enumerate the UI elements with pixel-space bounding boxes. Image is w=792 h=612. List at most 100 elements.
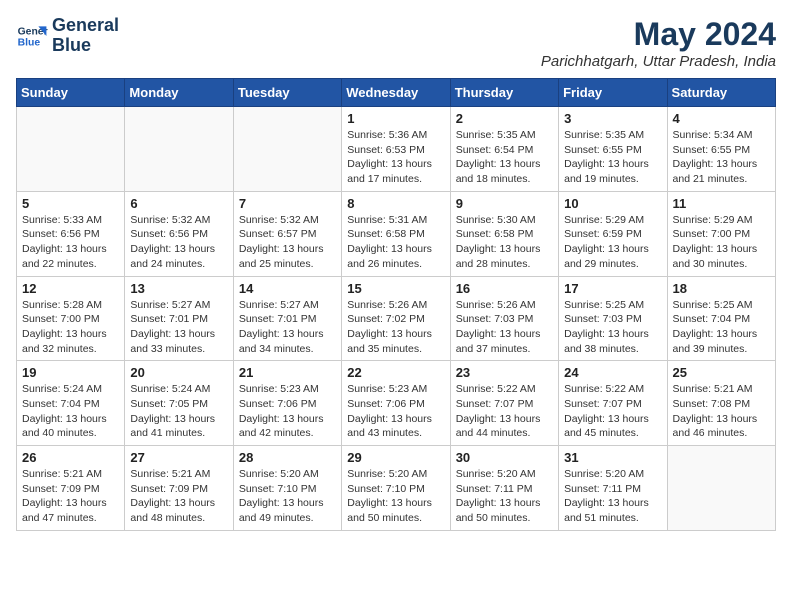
calendar-cell: 15 Sunrise: 5:26 AM Sunset: 7:02 PM Dayli… (342, 276, 450, 361)
calendar-cell: 18Sunrise: 5:25 AM Sunset: 7:04 PM Dayli… (667, 276, 775, 361)
day-number: 30 (456, 450, 553, 465)
day-number: 28 (239, 450, 336, 465)
day-number: 22 (347, 365, 444, 380)
day-info: Sunrise: 5:22 AM Sunset: 7:07 PM Dayligh… (564, 382, 661, 441)
day-info: Sunrise: 5:27 AM Sunset: 7:01 PM Dayligh… (239, 298, 336, 357)
month-title: May 2024 (541, 16, 776, 53)
svg-text:Blue: Blue (18, 37, 41, 48)
day-info: Sunrise: 5:27 AM Sunset: 7:01 PM Dayligh… (130, 298, 227, 357)
day-info: Sunrise: 5:33 AM Sunset: 6:56 PM Dayligh… (22, 213, 119, 272)
calendar-week-row: 1 Sunrise: 5:36 AM Sunset: 6:53 PM Daylig… (17, 107, 776, 192)
day-number: 26 (22, 450, 119, 465)
day-info: Sunrise: 5:29 AM Sunset: 6:59 PM Dayligh… (564, 213, 661, 272)
calendar-cell: 9 Sunrise: 5:30 AM Sunset: 6:58 PM Daylig… (450, 191, 558, 276)
calendar-cell: 7 Sunrise: 5:32 AM Sunset: 6:57 PM Daylig… (233, 191, 341, 276)
day-info: Sunrise: 5:35 AM Sunset: 6:55 PM Dayligh… (564, 128, 661, 187)
calendar-cell: 30Sunrise: 5:20 AM Sunset: 7:11 PM Dayli… (450, 446, 558, 531)
day-number: 17 (564, 281, 661, 296)
calendar-cell: 27 Sunrise: 5:21 AM Sunset: 7:09 PM Dayli… (125, 446, 233, 531)
calendar-cell: 13 Sunrise: 5:27 AM Sunset: 7:01 PM Dayli… (125, 276, 233, 361)
day-number: 1 (347, 111, 444, 126)
calendar-cell: 1 Sunrise: 5:36 AM Sunset: 6:53 PM Daylig… (342, 107, 450, 192)
calendar-header-monday: Monday (125, 79, 233, 107)
day-info: Sunrise: 5:20 AM Sunset: 7:10 PM Dayligh… (347, 467, 444, 526)
calendar-cell (667, 446, 775, 531)
day-number: 12 (22, 281, 119, 296)
calendar-cell (233, 107, 341, 192)
day-info: Sunrise: 5:26 AM Sunset: 7:02 PM Dayligh… (347, 298, 444, 357)
day-number: 21 (239, 365, 336, 380)
day-info: Sunrise: 5:21 AM Sunset: 7:09 PM Dayligh… (22, 467, 119, 526)
day-number: 27 (130, 450, 227, 465)
day-number: 4 (673, 111, 770, 126)
day-number: 10 (564, 196, 661, 211)
calendar-cell: 28 Sunrise: 5:20 AM Sunset: 7:10 PM Dayli… (233, 446, 341, 531)
calendar-cell (125, 107, 233, 192)
day-number: 3 (564, 111, 661, 126)
day-info: Sunrise: 5:24 AM Sunset: 7:04 PM Dayligh… (22, 382, 119, 441)
calendar-cell: 24 Sunrise: 5:22 AM Sunset: 7:07 PM Dayli… (559, 361, 667, 446)
calendar-cell: 16 Sunrise: 5:26 AM Sunset: 7:03 PM Dayli… (450, 276, 558, 361)
calendar-header-saturday: Saturday (667, 79, 775, 107)
day-info: Sunrise: 5:26 AM Sunset: 7:03 PM Dayligh… (456, 298, 553, 357)
location-title: Parichhatgarh, Uttar Pradesh, India (541, 53, 776, 70)
calendar-cell: 17 Sunrise: 5:25 AM Sunset: 7:03 PM Dayli… (559, 276, 667, 361)
calendar-cell: 25 Sunrise: 5:21 AM Sunset: 7:08 PM Dayli… (667, 361, 775, 446)
calendar-header-friday: Friday (559, 79, 667, 107)
day-number: 24 (564, 365, 661, 380)
calendar-cell: 5 Sunrise: 5:33 AM Sunset: 6:56 PM Daylig… (17, 191, 125, 276)
calendar-cell: 12 Sunrise: 5:28 AM Sunset: 7:00 PM Dayli… (17, 276, 125, 361)
day-info: Sunrise: 5:28 AM Sunset: 7:00 PM Dayligh… (22, 298, 119, 357)
calendar-week-row: 26 Sunrise: 5:21 AM Sunset: 7:09 PM Dayli… (17, 446, 776, 531)
calendar-cell: 11Sunrise: 5:29 AM Sunset: 7:00 PM Dayli… (667, 191, 775, 276)
day-info: Sunrise: 5:23 AM Sunset: 7:06 PM Dayligh… (239, 382, 336, 441)
calendar-header-tuesday: Tuesday (233, 79, 341, 107)
day-number: 25 (673, 365, 770, 380)
calendar-cell: 3 Sunrise: 5:35 AM Sunset: 6:55 PM Daylig… (559, 107, 667, 192)
logo: General Blue General Blue (16, 16, 119, 56)
day-info: Sunrise: 5:24 AM Sunset: 7:05 PM Dayligh… (130, 382, 227, 441)
day-number: 13 (130, 281, 227, 296)
day-number: 6 (130, 196, 227, 211)
day-number: 15 (347, 281, 444, 296)
day-info: Sunrise: 5:25 AM Sunset: 7:03 PM Dayligh… (564, 298, 661, 357)
day-number: 14 (239, 281, 336, 296)
day-info: Sunrise: 5:20 AM Sunset: 7:11 PM Dayligh… (564, 467, 661, 526)
calendar-cell: 20Sunrise: 5:24 AM Sunset: 7:05 PM Dayli… (125, 361, 233, 446)
day-info: Sunrise: 5:22 AM Sunset: 7:07 PM Dayligh… (456, 382, 553, 441)
calendar-cell: 23Sunrise: 5:22 AM Sunset: 7:07 PM Dayli… (450, 361, 558, 446)
day-info: Sunrise: 5:21 AM Sunset: 7:09 PM Dayligh… (130, 467, 227, 526)
calendar-header-sunday: Sunday (17, 79, 125, 107)
day-number: 7 (239, 196, 336, 211)
day-number: 16 (456, 281, 553, 296)
calendar-cell: 10 Sunrise: 5:29 AM Sunset: 6:59 PM Dayli… (559, 191, 667, 276)
calendar-cell: 29 Sunrise: 5:20 AM Sunset: 7:10 PM Dayli… (342, 446, 450, 531)
title-block: May 2024 Parichhatgarh, Uttar Pradesh, I… (541, 16, 776, 70)
calendar-week-row: 12 Sunrise: 5:28 AM Sunset: 7:00 PM Dayli… (17, 276, 776, 361)
calendar-cell: 8Sunrise: 5:31 AM Sunset: 6:58 PM Daylig… (342, 191, 450, 276)
day-info: Sunrise: 5:34 AM Sunset: 6:55 PM Dayligh… (673, 128, 770, 187)
calendar-cell: 31Sunrise: 5:20 AM Sunset: 7:11 PM Dayli… (559, 446, 667, 531)
day-info: Sunrise: 5:36 AM Sunset: 6:53 PM Dayligh… (347, 128, 444, 187)
calendar-cell: 22 Sunrise: 5:23 AM Sunset: 7:06 PM Dayli… (342, 361, 450, 446)
day-info: Sunrise: 5:23 AM Sunset: 7:06 PM Dayligh… (347, 382, 444, 441)
calendar-cell: 2Sunrise: 5:35 AM Sunset: 6:54 PM Daylig… (450, 107, 558, 192)
day-info: Sunrise: 5:25 AM Sunset: 7:04 PM Dayligh… (673, 298, 770, 357)
calendar-week-row: 5 Sunrise: 5:33 AM Sunset: 6:56 PM Daylig… (17, 191, 776, 276)
day-info: Sunrise: 5:29 AM Sunset: 7:00 PM Dayligh… (673, 213, 770, 272)
day-info: Sunrise: 5:20 AM Sunset: 7:10 PM Dayligh… (239, 467, 336, 526)
day-number: 9 (456, 196, 553, 211)
logo-text: General Blue (52, 16, 119, 56)
day-number: 5 (22, 196, 119, 211)
calendar-cell: 21 Sunrise: 5:23 AM Sunset: 7:06 PM Dayli… (233, 361, 341, 446)
calendar-cell: 19Sunrise: 5:24 AM Sunset: 7:04 PM Dayli… (17, 361, 125, 446)
day-info: Sunrise: 5:32 AM Sunset: 6:57 PM Dayligh… (239, 213, 336, 272)
day-info: Sunrise: 5:30 AM Sunset: 6:58 PM Dayligh… (456, 213, 553, 272)
calendar-cell: 14 Sunrise: 5:27 AM Sunset: 7:01 PM Dayli… (233, 276, 341, 361)
day-info: Sunrise: 5:35 AM Sunset: 6:54 PM Dayligh… (456, 128, 553, 187)
calendar-week-row: 19Sunrise: 5:24 AM Sunset: 7:04 PM Dayli… (17, 361, 776, 446)
day-number: 29 (347, 450, 444, 465)
calendar-cell: 26 Sunrise: 5:21 AM Sunset: 7:09 PM Dayli… (17, 446, 125, 531)
calendar-header-wednesday: Wednesday (342, 79, 450, 107)
day-info: Sunrise: 5:21 AM Sunset: 7:08 PM Dayligh… (673, 382, 770, 441)
